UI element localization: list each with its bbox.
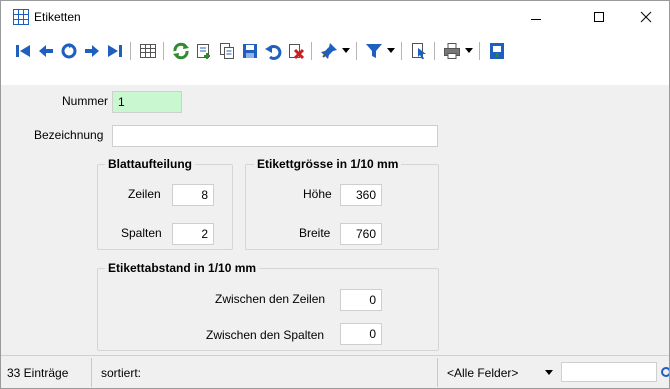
last-record-button[interactable] [105,41,125,61]
search-icon [661,366,669,377]
toolbar-separator [401,42,402,60]
refresh-button[interactable] [171,41,191,61]
refresh-icon [173,42,189,60]
minimize-button[interactable] [513,1,559,33]
status-bar: 33 Einträge sortiert: <Alle Felder> [1,355,669,388]
print-icon [444,43,460,59]
next-record-button[interactable] [82,41,102,61]
status-divider [437,358,438,387]
toolbar-separator [163,42,164,60]
undo-icon [265,44,282,60]
toolbar-separator [356,42,357,60]
etikettgroesse-title: Etikettgrösse in 1/10 mm [254,157,402,171]
previous-record-button[interactable] [36,41,56,61]
last-record-icon [108,45,122,57]
first-record-button[interactable] [13,41,33,61]
pin-dropdown[interactable] [342,45,350,57]
pin-button[interactable] [319,41,339,61]
next-record-icon [85,45,99,57]
toolbar-separator [434,42,435,60]
sort-label: sortiert: [101,365,142,380]
zeilen-label: Zeilen [128,187,161,201]
cursor-select-button[interactable] [409,41,429,61]
first-record-icon [16,45,30,57]
print-button[interactable] [442,41,462,61]
field-selector-dropdown[interactable] [541,356,557,389]
filter-icon [366,44,382,58]
copy-record-icon [220,43,234,59]
zwischen-spalten-label: Zwischen den Spalten [206,328,325,342]
title-bar[interactable]: Etiketten [1,1,669,33]
filter-button[interactable] [364,41,384,61]
print-dropdown[interactable] [465,45,473,57]
blattaufteilung-title: Blattaufteilung [105,157,195,171]
zwischen-zeilen-label: Zwischen den Zeilen [215,292,326,306]
window-title: Etiketten [34,10,81,24]
nummer-label: Nummer [62,94,109,108]
chevron-down-icon [342,48,350,53]
chevron-down-icon [465,48,473,53]
close-button[interactable] [623,1,669,33]
zeilen-field[interactable] [172,184,214,206]
save-button[interactable] [240,41,260,61]
nummer-field[interactable] [112,91,182,113]
breite-label: Breite [299,226,331,240]
delete-button[interactable] [286,41,306,61]
minimize-icon [531,19,541,20]
new-record-button[interactable] [194,41,214,61]
undo-button[interactable] [263,41,283,61]
entries-count: 33 Einträge [7,365,69,380]
save-icon [243,44,257,58]
search-record-icon [61,43,77,59]
bezeichnung-label: Bezeichnung [34,128,104,142]
bezeichnung-field[interactable] [112,125,438,147]
copy-record-button[interactable] [217,41,237,61]
toolbar-separator [311,42,312,60]
pin-icon [321,43,337,59]
close-icon [640,11,652,23]
toolbar-separator [130,42,131,60]
breite-field[interactable] [340,223,382,245]
new-record-icon [197,44,210,59]
etikettabstand-title: Etikettabstand in 1/10 mm [105,261,260,275]
table-view-button[interactable] [138,41,158,61]
zwischen-spalten-field[interactable] [340,323,382,345]
search-record-button[interactable] [59,41,79,61]
maximize-button[interactable] [576,1,622,33]
maximize-icon [594,12,604,22]
filter-dropdown[interactable] [387,45,395,57]
search-input[interactable] [561,362,657,382]
spalten-label: Spalten [121,226,162,240]
hoehe-field[interactable] [340,184,382,206]
etiketten-window: Etiketten Nummer 1 Bezeichnung Blattauft… [0,0,670,389]
chevron-down-icon [545,369,553,375]
exit-icon [490,43,504,59]
exit-button[interactable] [487,41,507,61]
search-button[interactable] [659,356,669,389]
form-panel: Nummer Bezeichnung Blattaufteilung Zeile… [1,85,669,355]
status-divider [91,358,92,387]
toolbar [1,33,669,85]
table-view-icon [140,44,156,58]
table-grid-icon [13,9,29,25]
delete-icon [289,44,305,60]
spalten-field[interactable] [172,223,214,245]
hoehe-label: Höhe [303,187,332,201]
field-selector-value[interactable]: <Alle Felder> [447,356,518,389]
chevron-down-icon [387,48,395,53]
zwischen-zeilen-field[interactable] [340,289,382,311]
toolbar-separator [479,42,480,60]
previous-record-icon [39,45,53,57]
cursor-select-icon [412,43,426,59]
